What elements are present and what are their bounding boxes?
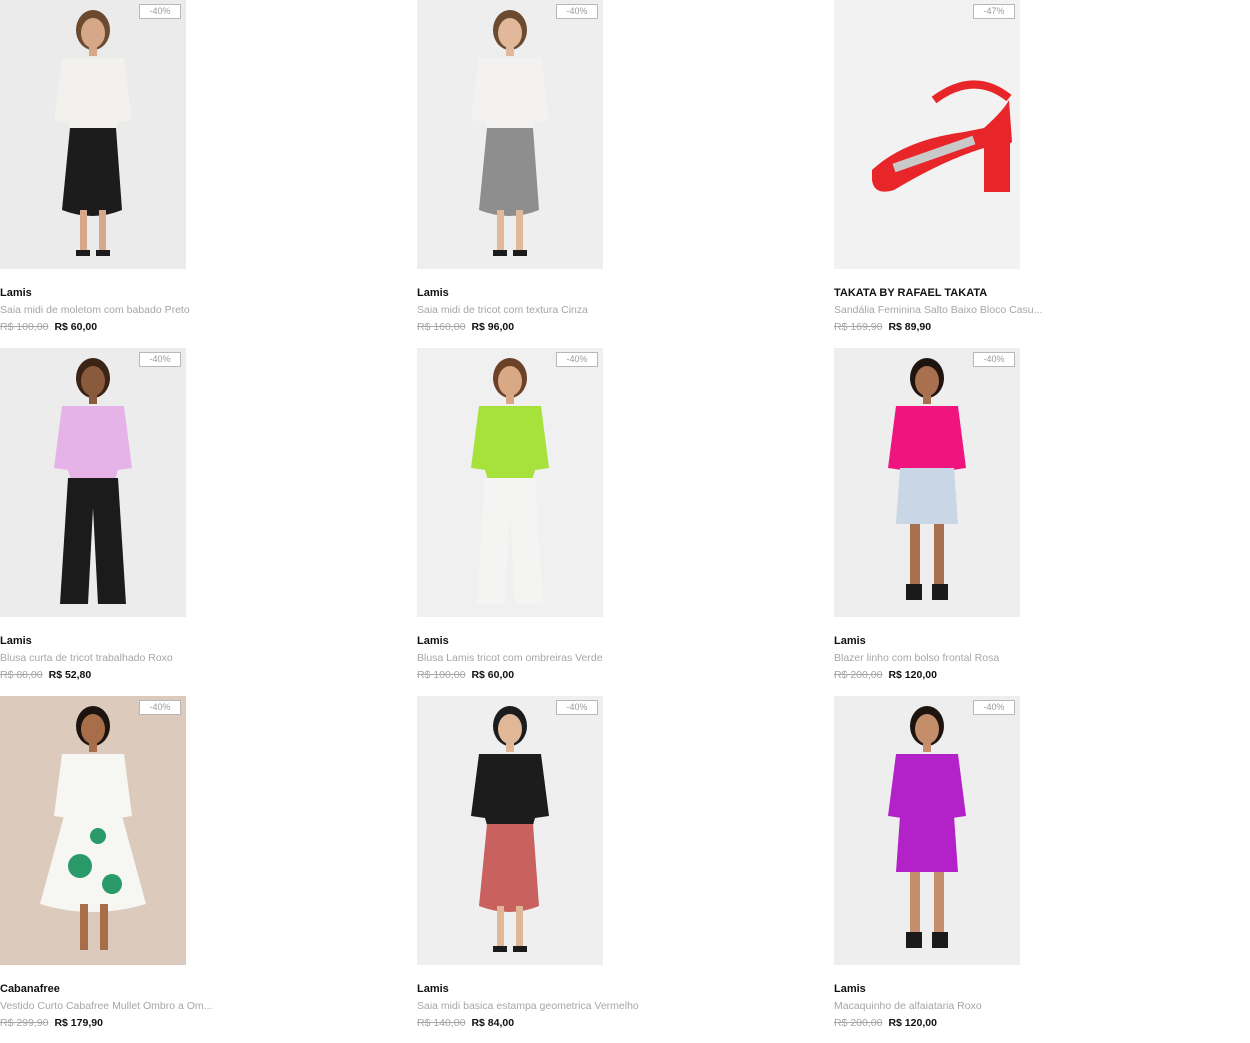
product-brand[interactable]: Lamis	[834, 983, 866, 995]
discount-badge: -40%	[139, 4, 181, 19]
old-price: R$ 200,00	[834, 669, 883, 681]
product-photo	[417, 348, 603, 617]
product-card[interactable]: -40% Lamis Blazer linho com bolso fronta…	[834, 348, 1234, 688]
product-brand[interactable]: Lamis	[834, 635, 866, 647]
product-brand[interactable]: Lamis	[417, 983, 449, 995]
product-name[interactable]: Saia midi de tricot com textura Cinza	[417, 304, 588, 316]
current-price: R$ 52,80	[48, 669, 92, 681]
product-card[interactable]: -40% Lamis Saia midi de moletom com baba…	[0, 0, 400, 340]
product-card[interactable]: -40% Lamis Saia midi de tricot com textu…	[417, 0, 817, 340]
product-image[interactable]	[834, 696, 1020, 965]
product-photo	[834, 696, 1020, 965]
discount-badge: -40%	[139, 700, 181, 715]
product-name[interactable]: Blusa curta de tricot trabalhado Roxo	[0, 652, 173, 664]
product-prices: R$ 200,00 R$ 120,00	[834, 669, 937, 681]
current-price: R$ 120,00	[888, 1017, 937, 1029]
old-price: R$ 299,90	[0, 1017, 49, 1029]
product-name[interactable]: Blazer linho com bolso frontal Rosa	[834, 652, 999, 664]
current-price: R$ 120,00	[888, 669, 937, 681]
discount-badge: -40%	[556, 352, 598, 367]
discount-badge: -40%	[139, 352, 181, 367]
discount-badge: -40%	[973, 700, 1015, 715]
product-name[interactable]: Vestido Curto Cabafree Mullet Ombro a Om…	[0, 1000, 212, 1012]
current-price: R$ 89,90	[888, 321, 932, 333]
current-price: R$ 84,00	[471, 1017, 515, 1029]
current-price: R$ 179,90	[54, 1017, 103, 1029]
product-prices: R$ 140,00 R$ 84,00	[417, 1017, 514, 1029]
product-card[interactable]: -40% Lamis Macaquinho de alfaiataria Rox…	[834, 696, 1234, 1036]
product-brand[interactable]: Lamis	[0, 635, 32, 647]
old-price: R$ 140,00	[417, 1017, 466, 1029]
product-photo	[834, 0, 1020, 269]
product-brand[interactable]: Lamis	[417, 287, 449, 299]
current-price: R$ 96,00	[471, 321, 515, 333]
product-prices: R$ 100,00 R$ 60,00	[0, 321, 97, 333]
product-name[interactable]: Sandália Feminina Salto Baixo Bloco Casu…	[834, 304, 1042, 316]
product-image[interactable]	[417, 0, 603, 269]
product-card[interactable]: -40% Cabanafree Vestido Curto Cabafree M…	[0, 696, 400, 1036]
product-card[interactable]: -40% Lamis Blusa curta de tricot trabalh…	[0, 348, 400, 688]
product-name[interactable]: Saia midi de moletom com babado Preto	[0, 304, 190, 316]
product-photo	[834, 348, 1020, 617]
product-prices: R$ 169,90 R$ 89,90	[834, 321, 931, 333]
product-card[interactable]: -47% TAKATA BY RAFAEL TAKATA Sandália Fe…	[834, 0, 1234, 340]
old-price: R$ 100,00	[417, 669, 466, 681]
old-price: R$ 88,00	[0, 669, 43, 681]
product-brand[interactable]: Lamis	[417, 635, 449, 647]
discount-badge: -40%	[973, 352, 1015, 367]
product-prices: R$ 200,00 R$ 120,00	[834, 1017, 937, 1029]
product-image[interactable]	[417, 696, 603, 965]
current-price: R$ 60,00	[471, 669, 515, 681]
current-price: R$ 60,00	[54, 321, 98, 333]
discount-badge: -40%	[556, 4, 598, 19]
product-brand[interactable]: Cabanafree	[0, 983, 60, 995]
product-image[interactable]	[834, 348, 1020, 617]
product-name[interactable]: Saia midi basica estampa geometrica Verm…	[417, 1000, 639, 1012]
product-prices: R$ 299,90 R$ 179,90	[0, 1017, 103, 1029]
product-photo	[417, 696, 603, 965]
product-brand[interactable]: Lamis	[0, 287, 32, 299]
old-price: R$ 169,90	[834, 321, 883, 333]
product-grid: -40% Lamis Saia midi de moletom com baba…	[0, 0, 1250, 1043]
product-prices: R$ 160,00 R$ 96,00	[417, 321, 514, 333]
old-price: R$ 160,00	[417, 321, 466, 333]
product-prices: R$ 100,00 R$ 60,00	[417, 669, 514, 681]
product-prices: R$ 88,00 R$ 52,80	[0, 669, 91, 681]
product-name[interactable]: Macaquinho de alfaiataria Roxo	[834, 1000, 982, 1012]
product-image[interactable]	[0, 348, 186, 617]
old-price: R$ 100,00	[0, 321, 49, 333]
product-name[interactable]: Blusa Lamis tricot com ombreiras Verde	[417, 652, 603, 664]
product-card[interactable]: -40% Lamis Saia midi basica estampa geom…	[417, 696, 817, 1036]
product-image[interactable]	[834, 0, 1020, 269]
product-image[interactable]	[0, 0, 186, 269]
product-photo	[0, 0, 186, 269]
product-brand[interactable]: TAKATA BY RAFAEL TAKATA	[834, 287, 987, 299]
product-photo	[417, 0, 603, 269]
product-image[interactable]	[417, 348, 603, 617]
product-card[interactable]: -40% Lamis Blusa Lamis tricot com ombrei…	[417, 348, 817, 688]
old-price: R$ 200,00	[834, 1017, 883, 1029]
discount-badge: -47%	[973, 4, 1015, 19]
product-photo	[0, 696, 186, 965]
product-image[interactable]	[0, 696, 186, 965]
product-photo	[0, 348, 186, 617]
discount-badge: -40%	[556, 700, 598, 715]
